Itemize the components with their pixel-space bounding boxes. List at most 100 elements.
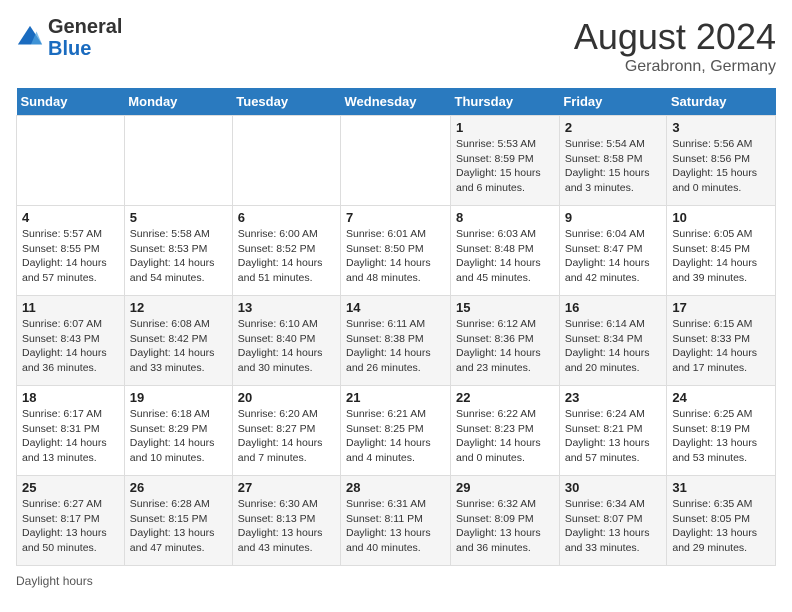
logo-icon [16,24,44,52]
day-number: 21 [346,390,445,405]
table-row [232,116,340,206]
calendar-body: 1 Sunrise: 5:53 AM Sunset: 8:59 PM Daylig… [17,116,776,566]
day-detail: Sunrise: 5:57 AM Sunset: 8:55 PM Dayligh… [22,227,119,286]
day-detail: Sunrise: 6:14 AM Sunset: 8:34 PM Dayligh… [565,317,662,376]
table-row: 26Sunrise: 6:28 AM Sunset: 8:15 PM Dayli… [124,476,232,566]
table-row: 16 Sunrise: 6:14 AM Sunset: 8:34 PM Dayli… [559,296,667,386]
table-row: 17 Sunrise: 6:15 AM Sunset: 8:33 PM Dayli… [667,296,776,386]
day-detail: Sunrise: 5:53 AM Sunset: 8:59 PM Dayligh… [456,137,554,196]
day-detail: Sunrise: 6:21 AM Sunset: 8:25 PM Dayligh… [346,407,445,466]
location-subtitle: Gerabronn, Germany [574,58,776,76]
table-row [17,116,125,206]
table-row: 7 Sunrise: 6:01 AM Sunset: 8:50 PM Daylig… [341,206,451,296]
day-detail: Sunrise: 6:25 AM Sunset: 8:19 PM Dayligh… [672,407,770,466]
day-number: 29 [456,480,554,495]
calendar-table: Sunday Monday Tuesday Wednesday Thursday… [16,88,776,566]
day-number: 23 [565,390,662,405]
day-number: 24 [672,390,770,405]
day-number: 13 [238,300,335,315]
calendar-week-1: 1 Sunrise: 5:53 AM Sunset: 8:59 PM Daylig… [17,116,776,206]
calendar-week-2: 4Sunrise: 5:57 AM Sunset: 8:55 PM Daylig… [17,206,776,296]
table-row: 6 Sunrise: 6:00 AM Sunset: 8:52 PM Daylig… [232,206,340,296]
table-row [124,116,232,206]
table-row: 14 Sunrise: 6:11 AM Sunset: 8:38 PM Dayli… [341,296,451,386]
day-detail: Sunrise: 6:04 AM Sunset: 8:47 PM Dayligh… [565,227,662,286]
day-detail: Sunrise: 5:56 AM Sunset: 8:56 PM Dayligh… [672,137,770,196]
day-detail: Sunrise: 6:20 AM Sunset: 8:27 PM Dayligh… [238,407,335,466]
day-detail: Sunrise: 6:00 AM Sunset: 8:52 PM Dayligh… [238,227,335,286]
day-detail: Sunrise: 6:32 AM Sunset: 8:09 PM Dayligh… [456,497,554,556]
table-row: 22Sunrise: 6:22 AM Sunset: 8:23 PM Dayli… [451,386,560,476]
table-row: 19Sunrise: 6:18 AM Sunset: 8:29 PM Dayli… [124,386,232,476]
day-number: 8 [456,210,554,225]
table-row: 25Sunrise: 6:27 AM Sunset: 8:17 PM Dayli… [17,476,125,566]
footer-label: Daylight hours [16,574,776,588]
table-row: 2 Sunrise: 5:54 AM Sunset: 8:58 PM Daylig… [559,116,667,206]
table-row: 28Sunrise: 6:31 AM Sunset: 8:11 PM Dayli… [341,476,451,566]
day-number: 16 [565,300,662,315]
table-row: 24 Sunrise: 6:25 AM Sunset: 8:19 PM Dayli… [667,386,776,476]
day-number: 7 [346,210,445,225]
table-row: 4Sunrise: 5:57 AM Sunset: 8:55 PM Daylig… [17,206,125,296]
day-detail: Sunrise: 6:12 AM Sunset: 8:36 PM Dayligh… [456,317,554,376]
day-detail: Sunrise: 6:31 AM Sunset: 8:11 PM Dayligh… [346,497,445,556]
day-detail: Sunrise: 6:01 AM Sunset: 8:50 PM Dayligh… [346,227,445,286]
table-row: 21 Sunrise: 6:21 AM Sunset: 8:25 PM Dayli… [341,386,451,476]
day-detail: Sunrise: 6:24 AM Sunset: 8:21 PM Dayligh… [565,407,662,466]
header-saturday: Saturday [667,88,776,116]
table-row: 9 Sunrise: 6:04 AM Sunset: 8:47 PM Daylig… [559,206,667,296]
table-row: 5 Sunrise: 5:58 AM Sunset: 8:53 PM Daylig… [124,206,232,296]
day-number: 15 [456,300,554,315]
day-detail: Sunrise: 5:54 AM Sunset: 8:58 PM Dayligh… [565,137,662,196]
logo-general-text: General [48,16,122,38]
logo-blue-text: Blue [48,38,91,60]
day-detail: Sunrise: 6:15 AM Sunset: 8:33 PM Dayligh… [672,317,770,376]
header-thursday: Thursday [451,88,560,116]
day-number: 20 [238,390,335,405]
day-number: 18 [22,390,119,405]
day-detail: Sunrise: 6:08 AM Sunset: 8:42 PM Dayligh… [130,317,227,376]
day-detail: Sunrise: 6:11 AM Sunset: 8:38 PM Dayligh… [346,317,445,376]
table-row: 12 Sunrise: 6:08 AM Sunset: 8:42 PM Dayli… [124,296,232,386]
table-row: 23 Sunrise: 6:24 AM Sunset: 8:21 PM Dayli… [559,386,667,476]
logo: General Blue [16,16,122,60]
day-number: 30 [565,480,662,495]
header-friday: Friday [559,88,667,116]
day-detail: Sunrise: 6:28 AM Sunset: 8:15 PM Dayligh… [130,497,227,556]
header-sunday: Sunday [17,88,125,116]
day-detail: Sunrise: 6:07 AM Sunset: 8:43 PM Dayligh… [22,317,119,376]
day-number: 3 [672,120,770,135]
table-row: 18 Sunrise: 6:17 AM Sunset: 8:31 PM Dayli… [17,386,125,476]
day-number: 5 [130,210,227,225]
day-number: 2 [565,120,662,135]
table-row: 27Sunrise: 6:30 AM Sunset: 8:13 PM Dayli… [232,476,340,566]
table-row: 20 Sunrise: 6:20 AM Sunset: 8:27 PM Dayli… [232,386,340,476]
header-wednesday: Wednesday [341,88,451,116]
day-number: 14 [346,300,445,315]
day-number: 1 [456,120,554,135]
day-detail: Sunrise: 6:35 AM Sunset: 8:05 PM Dayligh… [672,497,770,556]
day-number: 12 [130,300,227,315]
day-number: 11 [22,300,119,315]
day-number: 22 [456,390,554,405]
title-area: August 2024 Gerabronn, Germany [574,16,776,76]
day-detail: Sunrise: 6:03 AM Sunset: 8:48 PM Dayligh… [456,227,554,286]
day-detail: Sunrise: 6:30 AM Sunset: 8:13 PM Dayligh… [238,497,335,556]
day-detail: Sunrise: 5:58 AM Sunset: 8:53 PM Dayligh… [130,227,227,286]
day-number: 17 [672,300,770,315]
table-row: 31 Sunrise: 6:35 AM Sunset: 8:05 PM Dayli… [667,476,776,566]
header-row: Sunday Monday Tuesday Wednesday Thursday… [17,88,776,116]
table-row: 29 Sunrise: 6:32 AM Sunset: 8:09 PM Dayli… [451,476,560,566]
day-number: 10 [672,210,770,225]
day-detail: Sunrise: 6:34 AM Sunset: 8:07 PM Dayligh… [565,497,662,556]
header-monday: Monday [124,88,232,116]
day-number: 6 [238,210,335,225]
page-header: General Blue August 2024 Gerabronn, Germ… [16,16,776,76]
table-row: 13Sunrise: 6:10 AM Sunset: 8:40 PM Dayli… [232,296,340,386]
calendar-week-3: 11 Sunrise: 6:07 AM Sunset: 8:43 PM Dayli… [17,296,776,386]
day-number: 19 [130,390,227,405]
day-number: 31 [672,480,770,495]
table-row: 8 Sunrise: 6:03 AM Sunset: 8:48 PM Daylig… [451,206,560,296]
day-number: 9 [565,210,662,225]
day-detail: Sunrise: 6:17 AM Sunset: 8:31 PM Dayligh… [22,407,119,466]
